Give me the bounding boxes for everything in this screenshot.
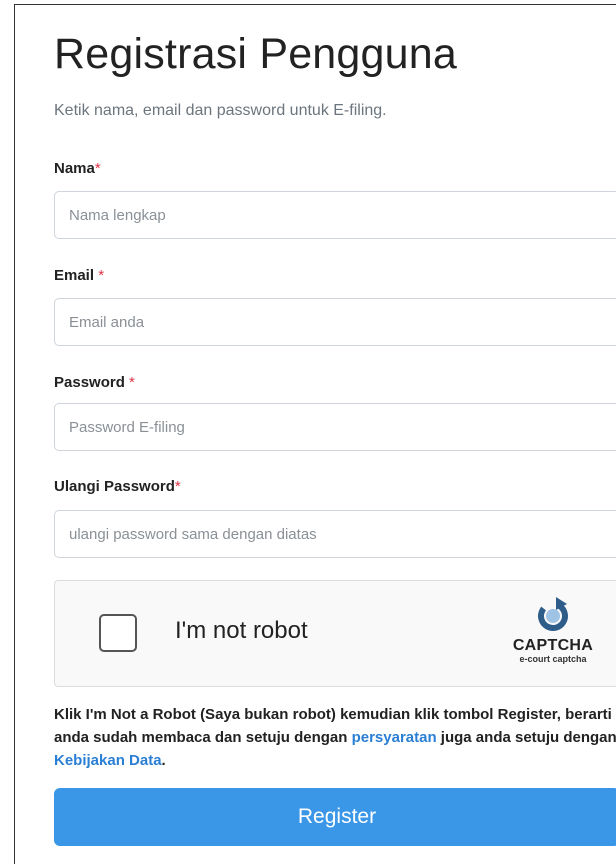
- required-mark: *: [94, 160, 101, 177]
- required-mark: *: [174, 478, 181, 495]
- captcha-sub: e-court captcha: [519, 654, 587, 664]
- email-label: Email *: [54, 267, 104, 284]
- email-label-text: Email: [54, 267, 99, 284]
- ulangi-password-label: Ulangi Password*: [54, 478, 181, 495]
- page-frame: Registrasi Pengguna Ketik nama, email da…: [14, 4, 616, 864]
- captcha-checkbox[interactable]: [99, 614, 137, 652]
- ulangi-password-label-text: Ulangi Password: [54, 478, 175, 495]
- email-input[interactable]: [54, 298, 616, 346]
- kebijakan-data-link[interactable]: Kebijakan Data: [54, 752, 162, 769]
- ulangi-password-input[interactable]: [54, 510, 616, 558]
- register-button[interactable]: Register: [54, 788, 616, 846]
- password-label-text: Password: [54, 374, 130, 391]
- required-mark: *: [98, 267, 105, 284]
- nama-label-text: Nama: [54, 160, 95, 177]
- notice-text-3: .: [161, 752, 166, 769]
- captcha-logo: CAPTCHA e-court captcha: [503, 595, 603, 675]
- required-mark: *: [129, 374, 135, 391]
- page-title: Registrasi Pengguna: [54, 30, 457, 78]
- page-subtitle: Ketik nama, email dan password untuk E-f…: [54, 102, 387, 119]
- password-input[interactable]: [54, 403, 616, 451]
- persyaratan-link[interactable]: persyaratan: [352, 729, 437, 746]
- terms-notice: Klik I'm Not a Robot (Saya bukan robot) …: [54, 703, 616, 772]
- nama-input[interactable]: [54, 191, 616, 239]
- notice-text-2: juga anda setuju dengan: [436, 729, 616, 746]
- captcha-refresh-icon: [538, 597, 568, 631]
- captcha-label: I'm not robot: [175, 617, 308, 644]
- captcha-widget: I'm not robot CAPTCHA e-court captcha: [54, 580, 616, 687]
- captcha-brand: CAPTCHA: [512, 637, 594, 654]
- password-label: Password *: [54, 374, 135, 391]
- nama-label: Nama*: [54, 160, 101, 177]
